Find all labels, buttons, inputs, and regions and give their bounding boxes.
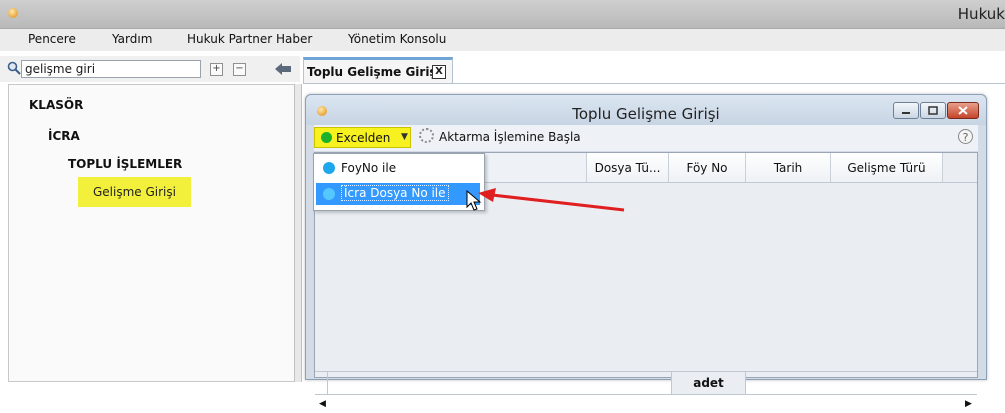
- expand-all-button[interactable]: +: [210, 63, 223, 76]
- tab-label: Toplu Gelişme Girişi: [307, 65, 441, 79]
- footer-count-cell: adet: [671, 372, 746, 394]
- menu-bar: Pencere Yardım Hukuk Partner Haber Yönet…: [0, 29, 1005, 51]
- option-icon: [323, 162, 335, 174]
- horizontal-scrollbar[interactable]: ◀ ▶: [315, 394, 977, 413]
- annotation-arrow-icon: [478, 188, 625, 212]
- chevron-down-icon: ▼: [401, 132, 408, 142]
- close-button[interactable]: [947, 102, 979, 119]
- minimize-button[interactable]: [893, 102, 919, 119]
- footer-divider: [315, 371, 977, 372]
- maximize-icon: [928, 106, 938, 115]
- column-header-gelisme-turu[interactable]: Gelişme Türü: [831, 153, 943, 182]
- column-header-tarih[interactable]: Tarih: [746, 153, 831, 182]
- maximize-button[interactable]: [920, 102, 946, 119]
- excel-import-label: Excelden: [336, 131, 391, 145]
- scroll-left-icon[interactable]: ◀: [319, 399, 326, 409]
- title-bar: Hukuk: [0, 0, 1005, 29]
- close-icon: [958, 106, 968, 115]
- footer-separator: [327, 372, 328, 394]
- app-title: Hukuk: [957, 5, 1005, 23]
- column-header-foy-no[interactable]: Föy No: [669, 153, 746, 182]
- tree-item-toplu-islemler[interactable]: TOPLU İŞLEMLER: [68, 157, 182, 171]
- minimize-icon: [902, 112, 910, 114]
- option-icon: [323, 188, 335, 200]
- menu-yonetim-konsolu[interactable]: Yönetim Konsolu: [348, 32, 446, 46]
- tab-toplu-gelisme-girisi[interactable]: Toplu Gelişme Girişi X: [303, 57, 453, 83]
- help-icon[interactable]: ?: [958, 129, 973, 144]
- window-title: Toplu Gelişme Girişi: [572, 105, 720, 123]
- start-transfer-button[interactable]: Aktarma İşlemine Başla: [439, 130, 581, 144]
- excel-import-button[interactable]: Excelden ▼: [314, 127, 411, 148]
- menu-yardim[interactable]: Yardım: [112, 32, 152, 46]
- scroll-right-icon[interactable]: ▶: [965, 399, 972, 409]
- panel-splitter[interactable]: [294, 84, 302, 382]
- window-title-bar[interactable]: Toplu Gelişme Girişi: [306, 95, 986, 125]
- dropdown-item-foyno[interactable]: FoyNo ile: [316, 157, 480, 179]
- tree-item-gelisme-girisi[interactable]: Gelişme Girişi: [78, 177, 191, 207]
- column-header-dosya-turu[interactable]: Dosya Tü...: [587, 153, 669, 182]
- search-input[interactable]: gelişme giri: [21, 60, 201, 78]
- menu-hukuk-partner-haber[interactable]: Hukuk Partner Haber: [187, 32, 312, 46]
- tab-close-button[interactable]: X: [432, 65, 446, 79]
- excel-status-icon: [321, 132, 332, 143]
- loading-spinner-icon: [419, 128, 434, 143]
- dropdown-item-label: FoyNo ile: [341, 161, 397, 175]
- tree-item-icra[interactable]: İCRA: [48, 129, 80, 143]
- app-icon: [8, 8, 18, 18]
- collapse-all-button[interactable]: −: [233, 63, 246, 76]
- search-icon: [7, 61, 21, 75]
- menu-pencere[interactable]: Pencere: [28, 32, 76, 46]
- back-arrow-icon[interactable]: [275, 62, 293, 76]
- excel-import-dropdown: FoyNo ile İcra Dosya No ile: [313, 153, 485, 211]
- bulk-entry-window: Toplu Gelişme Girişi Excelden ▼ Aktarma …: [305, 94, 987, 413]
- tree-item-klasor[interactable]: KLASÖR: [29, 98, 83, 112]
- dropdown-item-icra-dosya-no[interactable]: İcra Dosya No ile: [316, 183, 480, 205]
- tab-strip-border: [303, 83, 1005, 84]
- window-toolbar: Excelden ▼ Aktarma İşlemine Başla ?: [314, 125, 978, 151]
- dropdown-item-label: İcra Dosya No ile: [341, 185, 449, 201]
